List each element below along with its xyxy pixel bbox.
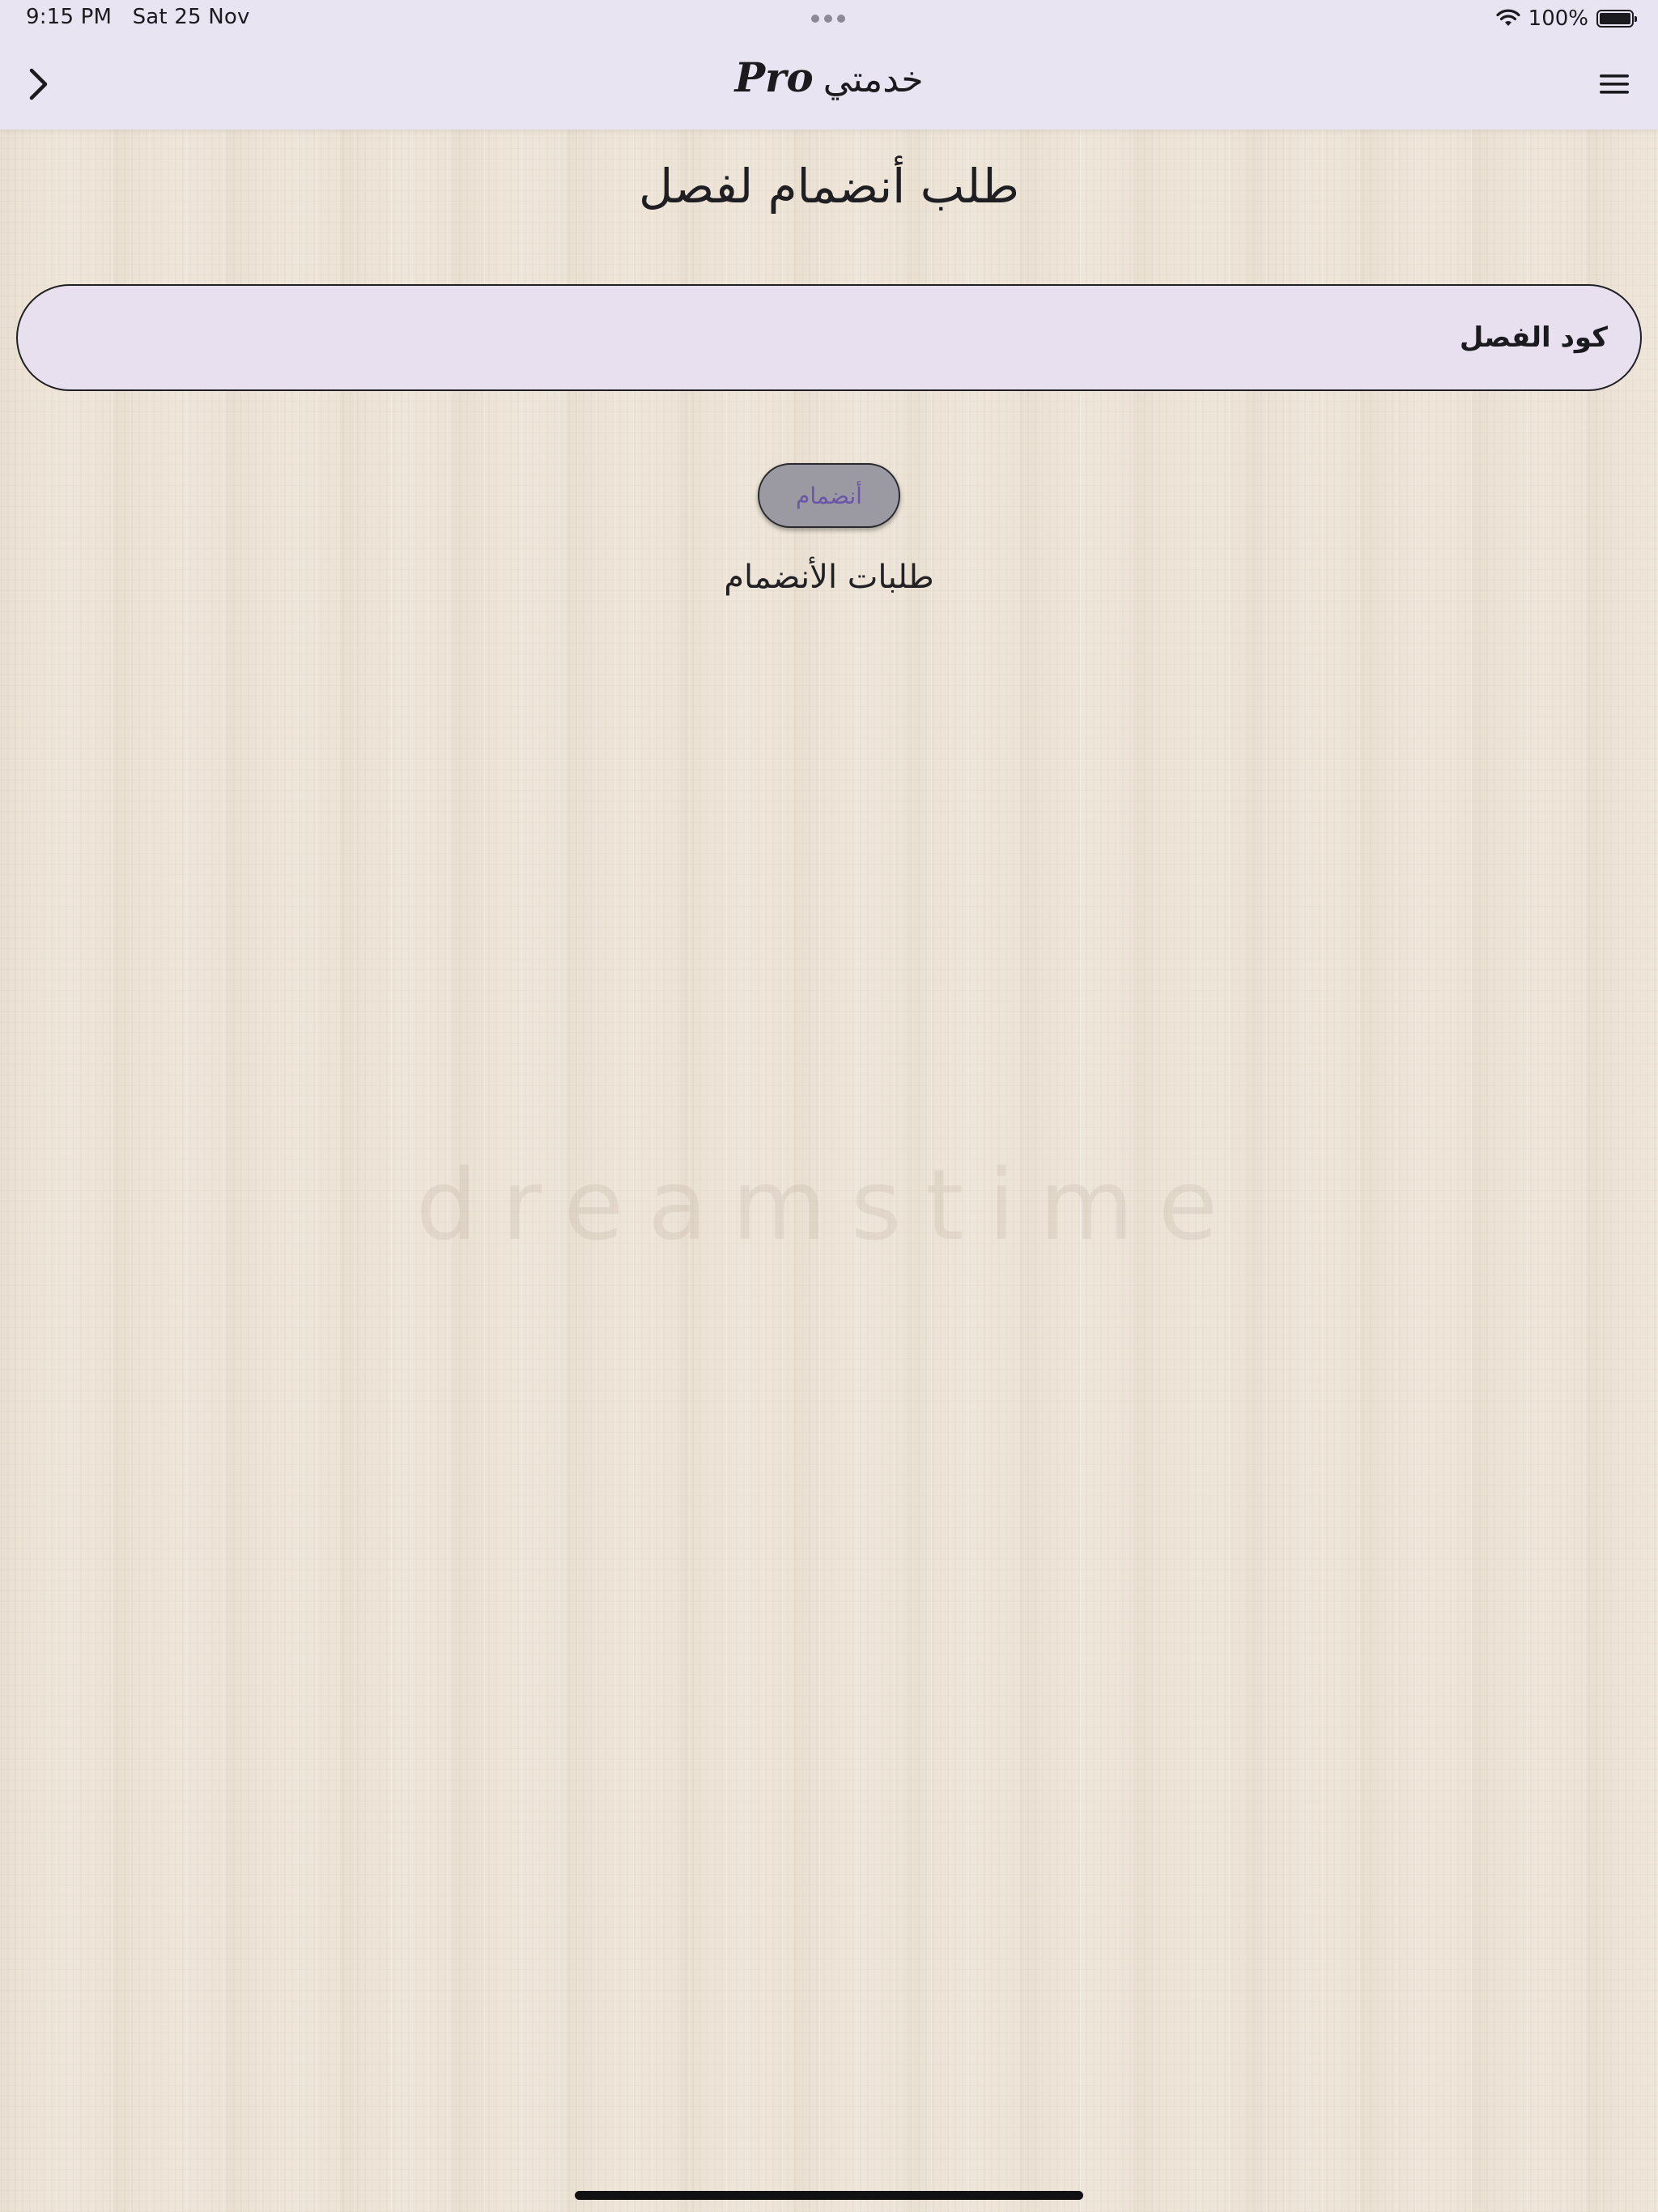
status-right-group: 100%	[1496, 6, 1637, 31]
wifi-icon	[1496, 9, 1520, 26]
join-requests-link[interactable]: طلبات الأنضمام	[724, 559, 934, 596]
app-title-pro: Pro	[734, 53, 814, 101]
status-date: Sat 25 Nov	[132, 5, 250, 29]
battery-fill	[1600, 13, 1630, 24]
status-time: 9:15 PM Sat 25 Nov	[26, 5, 250, 29]
class-code-input[interactable]	[49, 285, 1609, 390]
menu-button[interactable]	[1598, 68, 1630, 100]
app-title: Pro خدمتي	[0, 53, 1658, 101]
battery-icon	[1596, 10, 1637, 28]
back-button[interactable]	[23, 62, 55, 107]
battery-percent: 100%	[1528, 6, 1588, 31]
home-indicator[interactable]	[575, 2191, 1083, 2200]
multitask-dots-icon[interactable]	[811, 15, 845, 23]
join-button[interactable]: أنضمام	[758, 463, 900, 528]
hamburger-menu-icon	[1600, 74, 1629, 94]
class-code-field[interactable]	[16, 284, 1642, 391]
chevron-right-icon	[29, 68, 48, 100]
app-title-arabic: خدمتي	[823, 59, 924, 100]
top-bar: 9:15 PM Sat 25 Nov 100% Pro خدمتي	[0, 0, 1658, 130]
background-watermark: dreamstime	[415, 1150, 1243, 1262]
page-title: طلب أنضمام لفصل	[638, 159, 1020, 214]
join-requests-container: طلبات الأنضمام	[0, 559, 1658, 596]
status-time-value: 9:15 PM	[26, 5, 113, 29]
